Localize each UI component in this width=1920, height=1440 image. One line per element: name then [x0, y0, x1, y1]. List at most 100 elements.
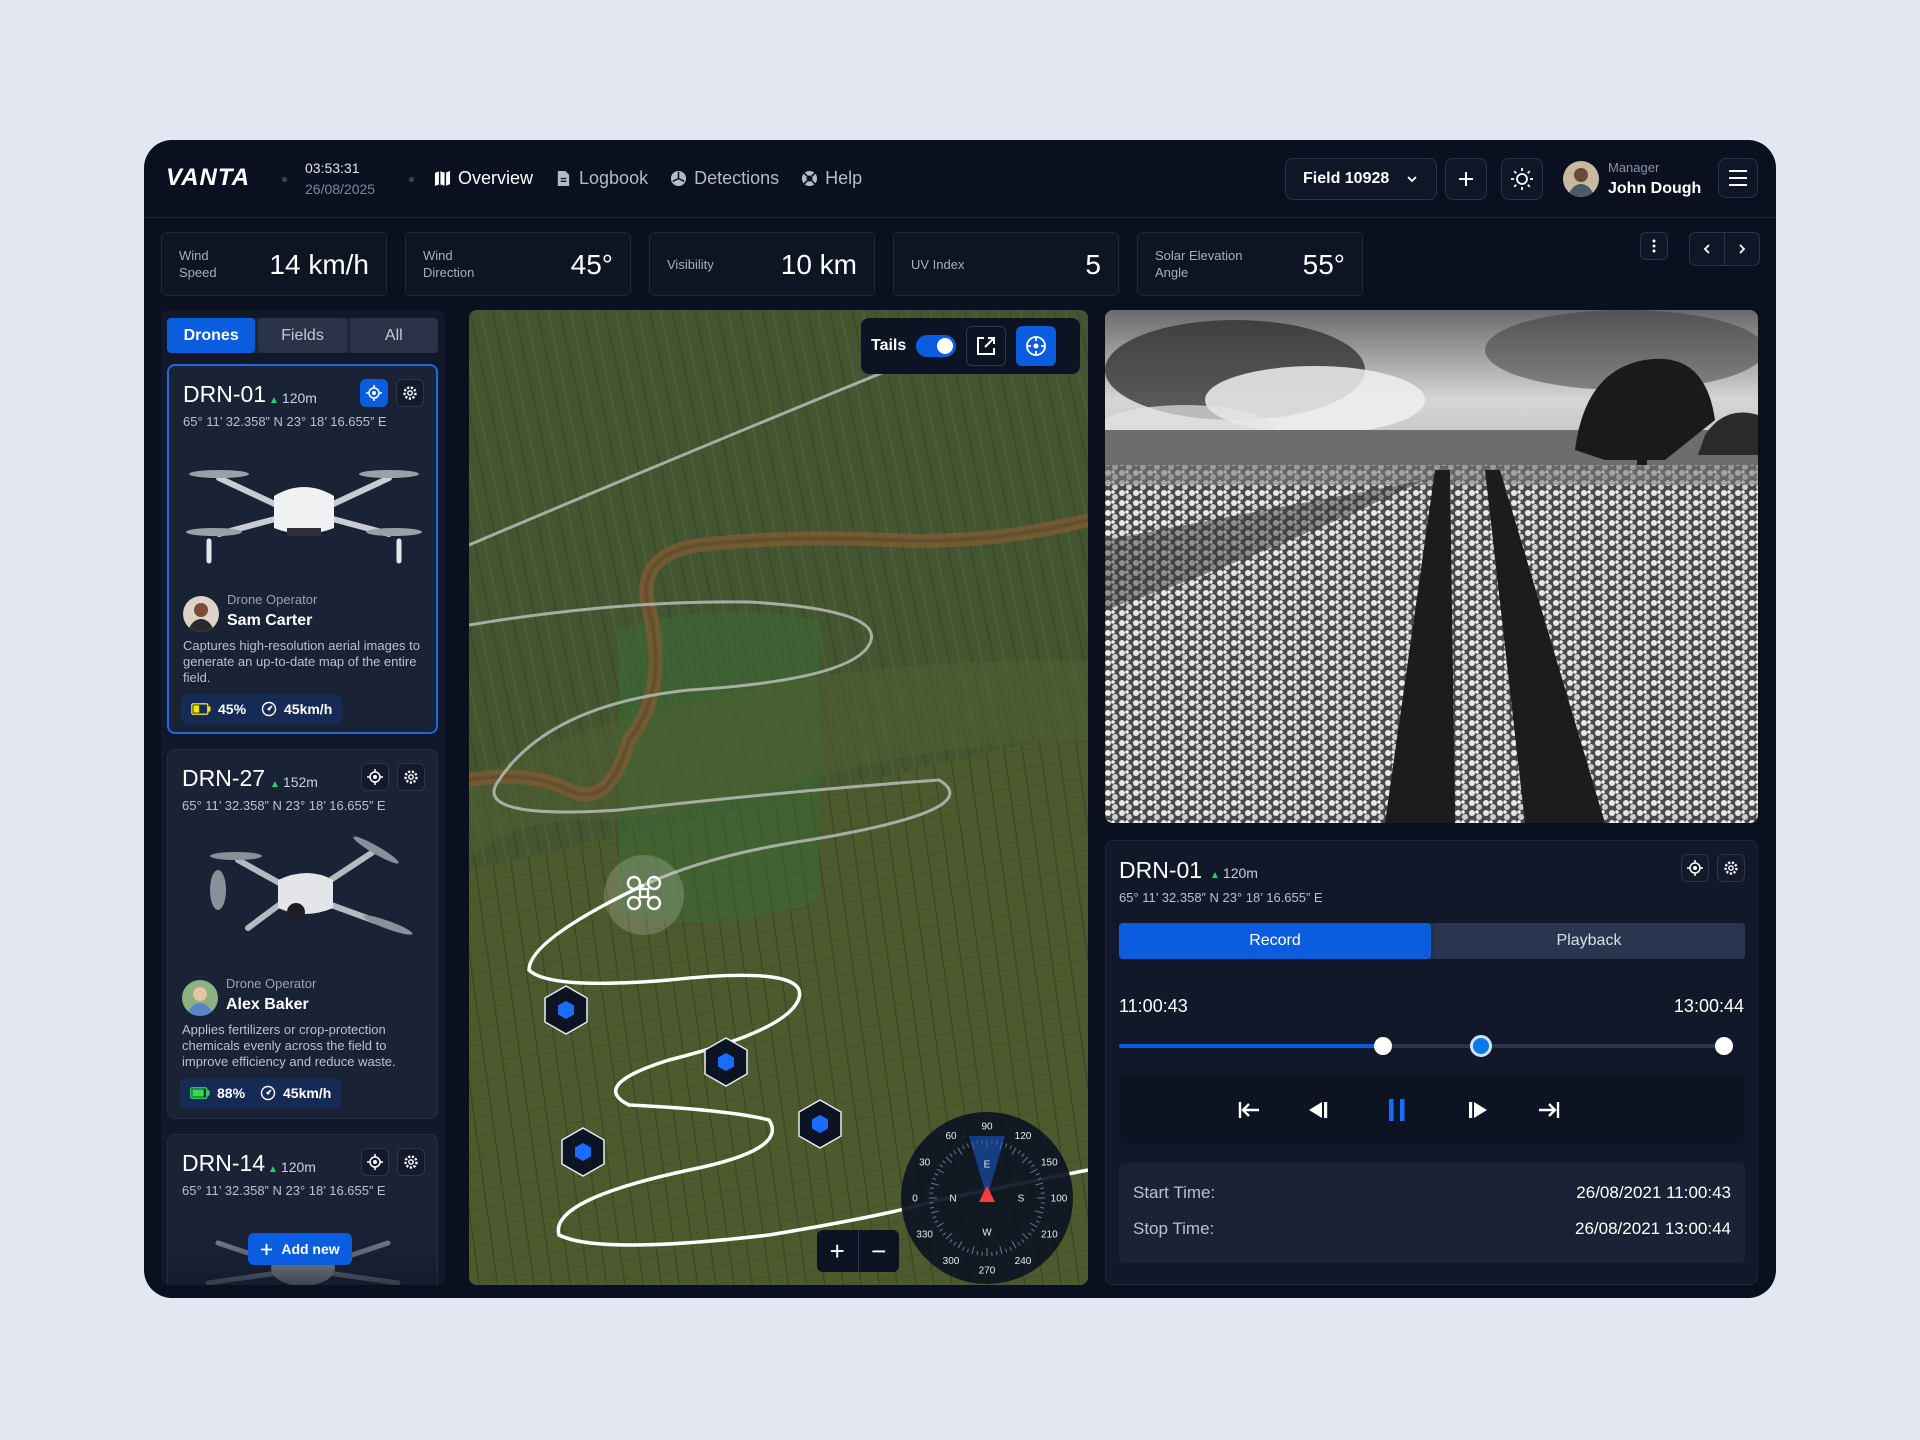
stats-prev-button[interactable] [1689, 232, 1725, 266]
recenter-button[interactable] [1016, 326, 1057, 366]
operator-avatar [183, 596, 219, 632]
help-icon [802, 170, 818, 187]
add-new-drone-button[interactable]: Add new [248, 1233, 352, 1265]
stat-label: UV Index [911, 257, 965, 272]
range-start-time: 11:00:43 [1119, 996, 1188, 1016]
skip-end-icon [1539, 1102, 1560, 1118]
locate-button[interactable] [361, 763, 389, 791]
tab-fields[interactable]: Fields [258, 318, 347, 353]
start-time-label: Start Time: [1133, 1183, 1216, 1202]
nav-overview[interactable]: Overview [434, 168, 533, 189]
chevron-left-icon [1703, 244, 1710, 254]
compass-degree-label: 210 [1041, 1230, 1058, 1241]
drone-card-drn-01[interactable]: DRN-01 ▲ 120m 65° 11’ 32.358” N 23° 18’ 1… [167, 364, 438, 734]
compass-degree-label: 270 [979, 1266, 996, 1277]
user-role: Manager [1608, 160, 1660, 175]
drone-coords: 65° 11’ 32.358” N 23° 18’ 16.655” E [1119, 890, 1323, 905]
skip-to-start-button[interactable] [1235, 1095, 1265, 1125]
locate-button[interactable] [360, 379, 388, 407]
theme-toggle-button[interactable] [1501, 158, 1543, 200]
user-avatar[interactable] [1563, 161, 1599, 197]
compass-degree-label: 30 [919, 1158, 931, 1169]
user-name: John Dough [1608, 180, 1702, 197]
recording-panel: DRN-01 ▲ 120m 65° 11’ 32.358” N 23° 18’ 1… [1105, 840, 1758, 1285]
camera-image [1105, 310, 1758, 823]
top-bar: VANTA 03:53:31 26/08/2025 Overview Logbo… [144, 140, 1776, 218]
zoom-out-button[interactable]: − [859, 1230, 900, 1272]
tails-toggle[interactable] [916, 335, 957, 357]
step-back-button[interactable] [1302, 1095, 1332, 1125]
compass-tick [929, 1206, 934, 1209]
nav-label: Logbook [579, 168, 649, 188]
timeline-handle-end[interactable] [1715, 1037, 1733, 1055]
settings-button[interactable] [1717, 854, 1745, 882]
timeline-cursor[interactable] [1470, 1035, 1493, 1057]
open-external-button[interactable] [966, 326, 1007, 366]
tab-playback[interactable]: Playback [1433, 923, 1745, 959]
speed-chip: 45km/h [251, 694, 343, 724]
nav-detections[interactable]: Detections [670, 168, 779, 189]
stop-time-value: 26/08/2021 13:00:44 [1575, 1219, 1731, 1238]
altitude-up-icon: ▲ [1210, 870, 1220, 881]
more-vertical-icon [1652, 239, 1656, 253]
battery-icon [190, 1087, 210, 1099]
altitude-up-icon: ▲ [270, 779, 280, 790]
pause-button[interactable] [1382, 1095, 1412, 1125]
chevron-down-icon [1407, 176, 1417, 183]
card-actions [361, 1148, 425, 1176]
drone-id: DRN-14 [182, 1150, 266, 1176]
skip-to-end-button[interactable] [1533, 1095, 1563, 1125]
stat-label: Wind Direction [423, 248, 475, 280]
speedometer-icon [260, 1085, 276, 1101]
stop-time-label: Stop Time: [1133, 1219, 1215, 1238]
timeline-handle-progress[interactable] [1374, 1037, 1393, 1055]
range-end-time: 13:00:44 [1673, 996, 1744, 1016]
locate-button[interactable] [1681, 854, 1709, 882]
stat-value: 5 [1085, 249, 1101, 280]
settings-button[interactable] [397, 1148, 425, 1176]
stat-wind-direction: Wind Direction 45° [405, 232, 631, 296]
drone-card-drn-14[interactable]: DRN-14 ▲ 120m 65° 11’ 32.358” N 23° 18’ 1… [167, 1134, 438, 1285]
settings-button[interactable] [396, 379, 424, 407]
locate-icon [367, 769, 383, 785]
recording-info: Start Time: 26/08/2021 11:00:43 Stop Tim… [1119, 1163, 1745, 1263]
stats-more-button[interactable] [1640, 232, 1668, 260]
panel-actions [1681, 854, 1745, 882]
zoom-in-button[interactable]: + [817, 1230, 859, 1272]
tab-record[interactable]: Record [1119, 923, 1431, 959]
drone-altitude: ▲ 120m [1210, 865, 1258, 881]
gear-icon [403, 386, 417, 400]
stats-next-button[interactable] [1724, 232, 1760, 266]
tab-drones[interactable]: Drones [167, 318, 256, 353]
compass-degree-label: 330 [916, 1230, 933, 1241]
nav-logbook[interactable]: Logbook [555, 168, 648, 189]
timeline-slider[interactable] [1119, 1035, 1733, 1057]
step-forward-icon [1469, 1102, 1487, 1118]
document-icon [557, 170, 570, 187]
drone-card-drn-27[interactable]: DRN-27 ▲ 152m 65° 11’ 32.358” N 23° 18’ 1… [167, 749, 438, 1119]
drone-description: Captures high-resolution aerial images t… [183, 638, 421, 685]
settings-button[interactable] [397, 763, 425, 791]
nav-help[interactable]: Help [801, 168, 862, 189]
camera-feed [1105, 310, 1758, 823]
menu-button[interactable] [1718, 158, 1758, 198]
compass-tick [1040, 1206, 1045, 1209]
card-actions [361, 763, 425, 791]
locate-button[interactable] [361, 1148, 389, 1176]
battery-icon [191, 703, 211, 715]
start-time-value: 26/08/2021 11:00:43 [1576, 1183, 1731, 1202]
step-forward-button[interactable] [1464, 1095, 1494, 1125]
separator-dot [282, 177, 287, 182]
drone-coords: 65° 11’ 32.358” N 23° 18’ 16.655” E [183, 414, 387, 429]
field-select[interactable]: Field 10928 [1285, 158, 1437, 200]
app-window: VANTA 03:53:31 26/08/2025 Overview Logbo… [144, 140, 1776, 1298]
tails-label: Tails [871, 337, 907, 354]
operator-avatar [182, 980, 218, 1016]
pause-icon [1389, 1099, 1405, 1121]
list-tabs: Drones Fields All [167, 318, 438, 353]
add-button[interactable] [1445, 158, 1487, 200]
external-link-icon [977, 337, 996, 355]
stat-label: Wind Speed [179, 248, 217, 280]
tab-all[interactable]: All [349, 318, 438, 353]
field-map[interactable]: Tails + − 90 120 150 100 210 240 270 300 330 0 30 6… [469, 310, 1088, 1285]
